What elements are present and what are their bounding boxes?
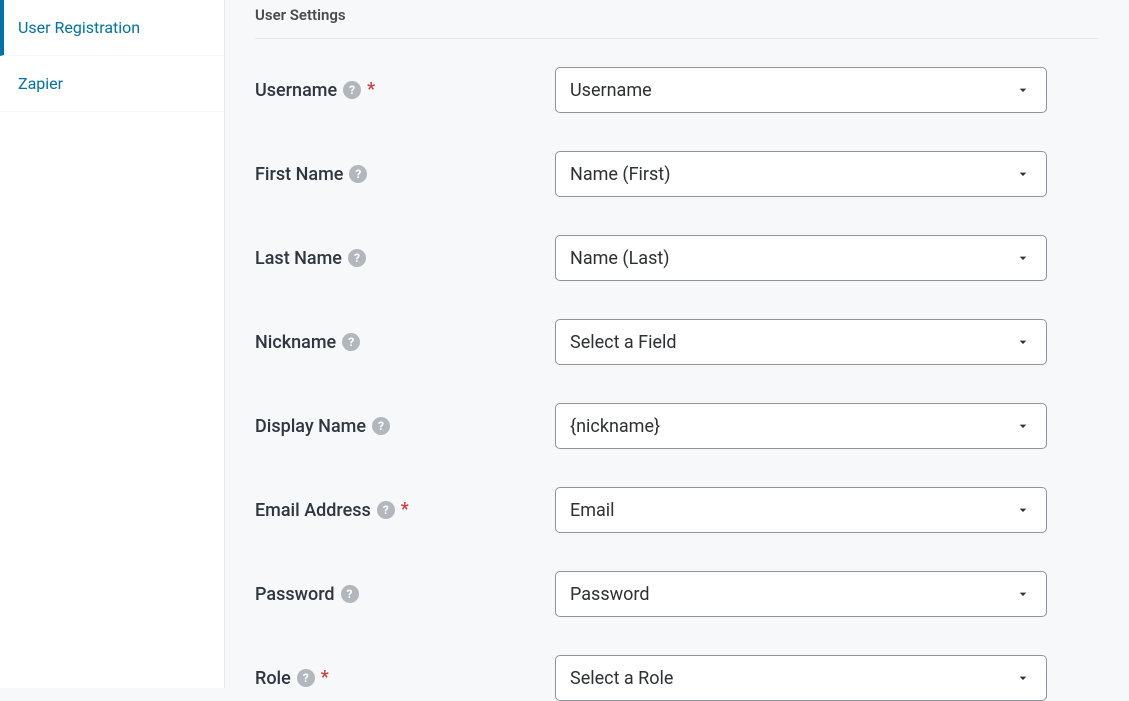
field-row-role: Role ? * Select a Role xyxy=(255,655,1099,701)
field-label-email-address: Email Address ? * xyxy=(255,500,555,521)
label-text: First Name xyxy=(255,164,343,185)
role-select[interactable]: Select a Role xyxy=(555,655,1047,701)
chevron-down-icon xyxy=(1014,669,1032,687)
display-name-select[interactable]: {nickname} xyxy=(555,403,1047,449)
chevron-down-icon xyxy=(1014,417,1032,435)
select-value: {nickname} xyxy=(570,416,660,437)
field-row-password: Password ? Password xyxy=(255,571,1099,617)
nickname-select[interactable]: Select a Field xyxy=(555,319,1047,365)
section-title: User Settings xyxy=(255,0,1099,39)
field-label-password: Password ? xyxy=(255,584,555,605)
label-text: Email Address xyxy=(255,500,371,521)
select-value: Email xyxy=(570,500,615,521)
help-icon[interactable]: ? xyxy=(349,165,367,183)
chevron-down-icon xyxy=(1014,81,1032,99)
help-icon[interactable]: ? xyxy=(348,249,366,267)
field-label-nickname: Nickname ? xyxy=(255,332,555,353)
label-text: Display Name xyxy=(255,416,366,437)
field-row-last-name: Last Name ? Name (Last) xyxy=(255,235,1099,281)
field-row-first-name: First Name ? Name (First) xyxy=(255,151,1099,197)
select-value: Name (First) xyxy=(570,164,670,185)
field-label-display-name: Display Name ? xyxy=(255,416,555,437)
first-name-select[interactable]: Name (First) xyxy=(555,151,1047,197)
last-name-select[interactable]: Name (Last) xyxy=(555,235,1047,281)
username-select[interactable]: Username xyxy=(555,67,1047,113)
select-value: Username xyxy=(570,80,652,101)
sidebar: User Registration Zapier xyxy=(0,0,225,688)
chevron-down-icon xyxy=(1014,585,1032,603)
sidebar-item-zapier[interactable]: Zapier xyxy=(0,56,224,112)
help-icon[interactable]: ? xyxy=(377,501,395,519)
field-label-role: Role ? * xyxy=(255,668,555,689)
label-text: Role xyxy=(255,668,291,689)
field-row-display-name: Display Name ? {nickname} xyxy=(255,403,1099,449)
label-text: Password xyxy=(255,584,335,605)
label-text: Nickname xyxy=(255,332,336,353)
sidebar-item-label: Zapier xyxy=(18,74,63,93)
required-star-icon: * xyxy=(321,669,329,687)
select-value: Select a Role xyxy=(570,668,673,689)
select-value: Name (Last) xyxy=(570,248,670,269)
help-icon[interactable]: ? xyxy=(342,333,360,351)
help-icon[interactable]: ? xyxy=(372,417,390,435)
chevron-down-icon xyxy=(1014,501,1032,519)
label-text: Username xyxy=(255,80,337,101)
field-label-last-name: Last Name ? xyxy=(255,248,555,269)
help-icon[interactable]: ? xyxy=(297,669,315,687)
main-content: User Settings Username ? * Username Firs… xyxy=(225,0,1129,688)
email-address-select[interactable]: Email xyxy=(555,487,1047,533)
field-label-first-name: First Name ? xyxy=(255,164,555,185)
field-row-username: Username ? * Username xyxy=(255,67,1099,113)
password-select[interactable]: Password xyxy=(555,571,1047,617)
field-row-nickname: Nickname ? Select a Field xyxy=(255,319,1099,365)
chevron-down-icon xyxy=(1014,165,1032,183)
help-icon[interactable]: ? xyxy=(343,81,361,99)
chevron-down-icon xyxy=(1014,333,1032,351)
required-star-icon: * xyxy=(401,501,409,519)
field-label-username: Username ? * xyxy=(255,80,555,101)
sidebar-item-user-registration[interactable]: User Registration xyxy=(0,0,224,56)
help-icon[interactable]: ? xyxy=(341,585,359,603)
chevron-down-icon xyxy=(1014,249,1032,267)
field-row-email-address: Email Address ? * Email xyxy=(255,487,1099,533)
select-value: Password xyxy=(570,584,650,605)
sidebar-item-label: User Registration xyxy=(18,18,140,37)
required-star-icon: * xyxy=(367,81,375,99)
select-value: Select a Field xyxy=(570,332,677,353)
label-text: Last Name xyxy=(255,248,342,269)
